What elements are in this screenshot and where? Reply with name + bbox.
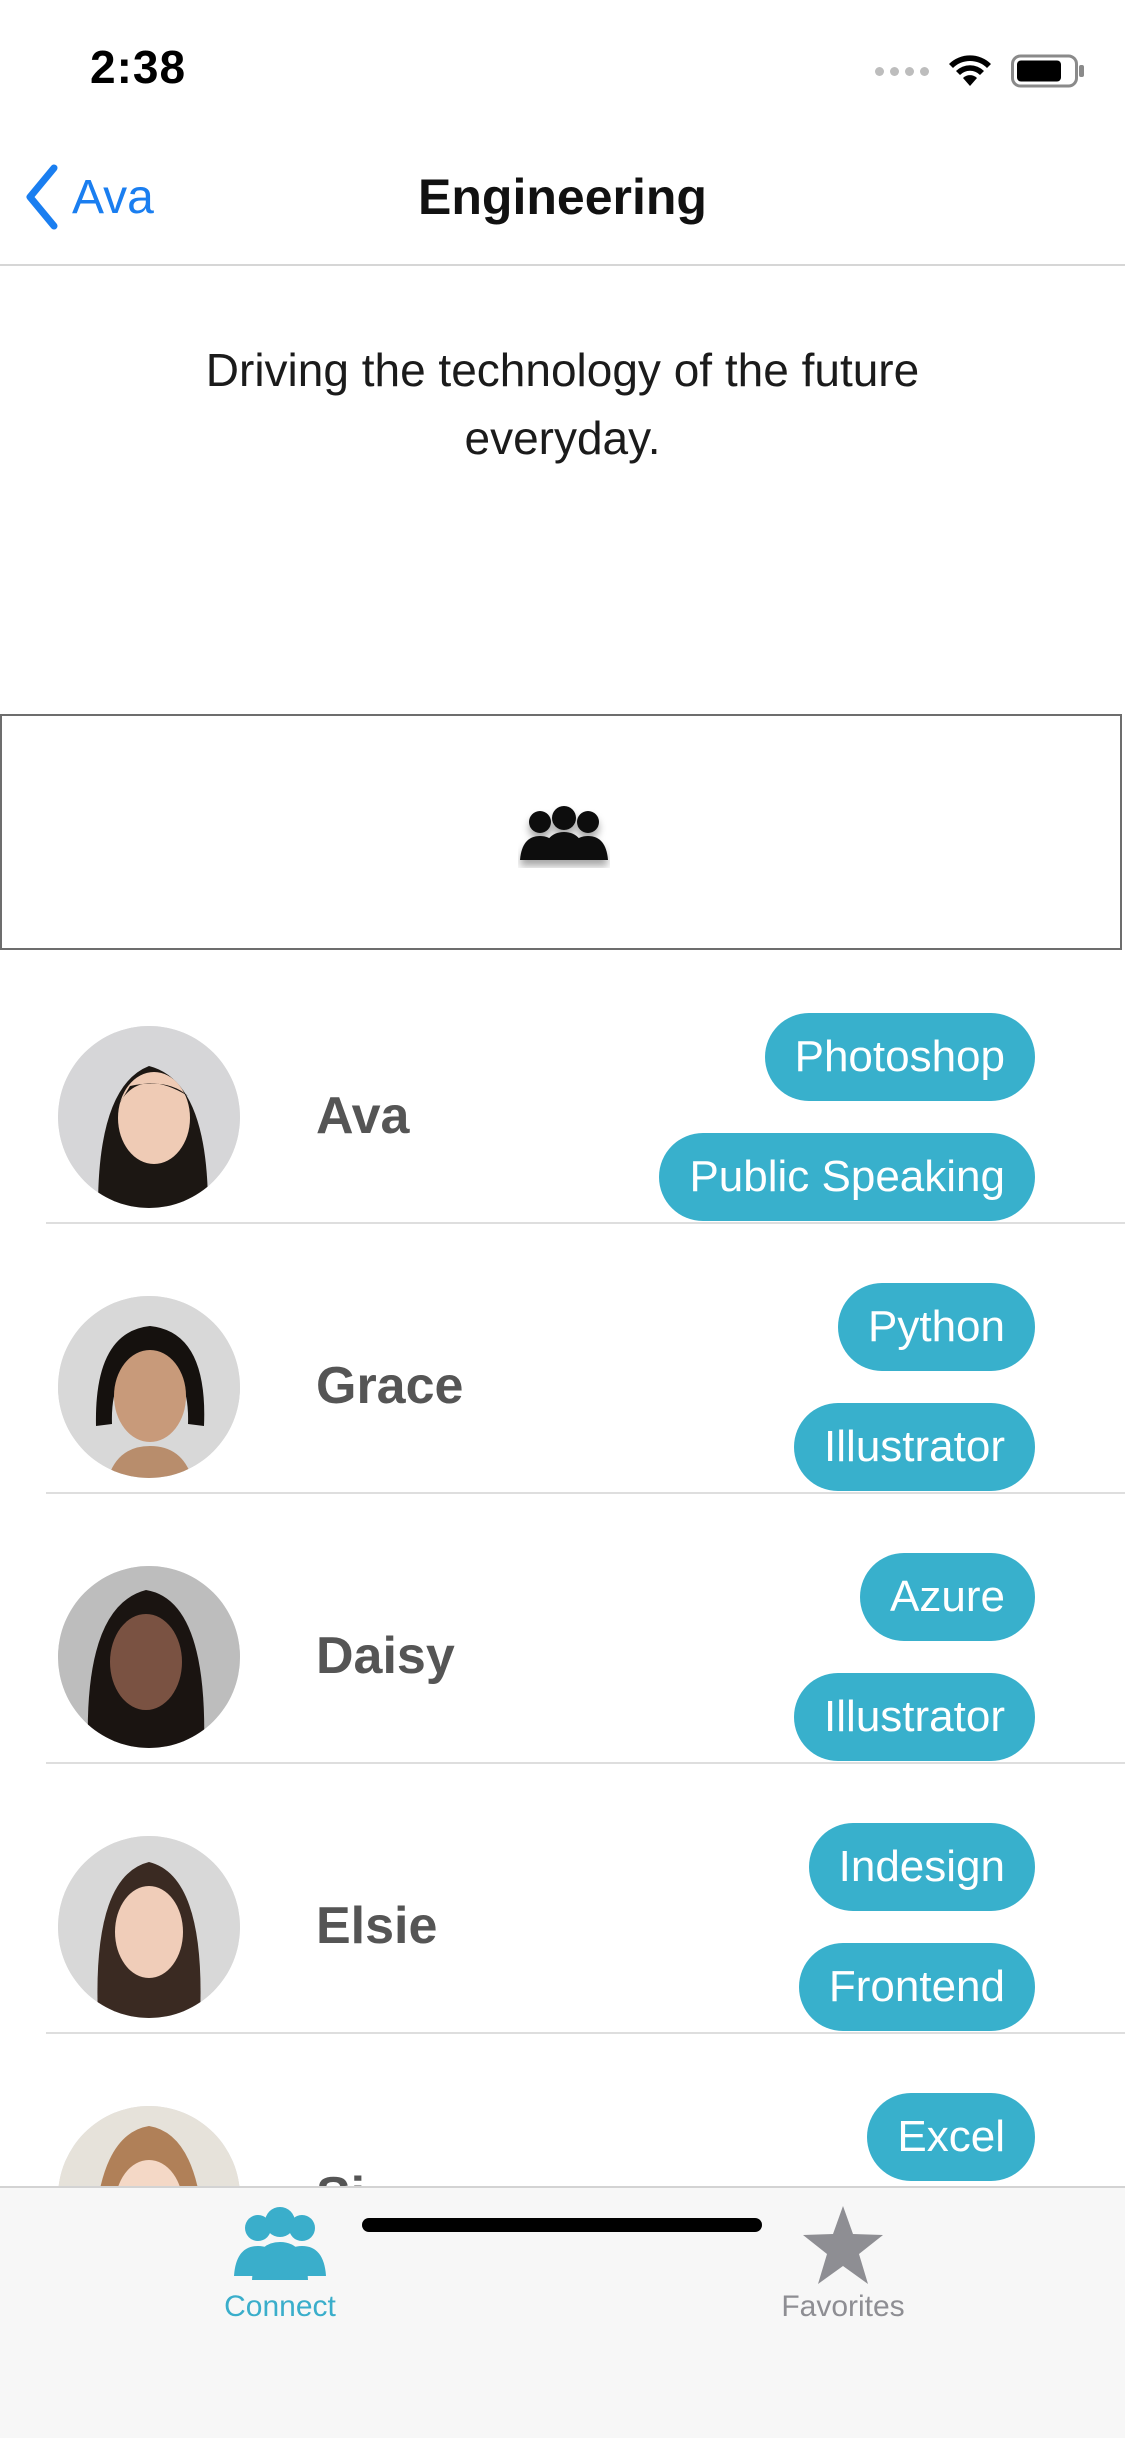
- member-name: Ava: [316, 1087, 410, 1145]
- member-name: Elsie: [316, 1897, 438, 1955]
- skill-chip[interactable]: Public Speaking: [659, 1133, 1035, 1221]
- status-icons: [875, 46, 1085, 96]
- skill-chip[interactable]: Azure: [860, 1553, 1035, 1641]
- skill-chip[interactable]: Indesign: [808, 1823, 1035, 1911]
- status-time: 2:38: [90, 41, 187, 93]
- avatar: [58, 1026, 240, 1208]
- skill-chip[interactable]: Illustrator: [794, 1673, 1035, 1761]
- member-row-daisy[interactable]: Daisy Azure Illustrator: [0, 1494, 1125, 1764]
- battery-icon: [1011, 54, 1084, 88]
- wifi-icon: [949, 55, 991, 86]
- page-title: Engineering: [418, 169, 707, 225]
- member-row-grace[interactable]: Grace Python Illustrator: [0, 1224, 1125, 1494]
- group-people-icon: [520, 806, 608, 860]
- status-bar: 2:38: [0, 0, 1125, 132]
- group-description: Driving the technology of the future eve…: [205, 344, 920, 464]
- group-banner: [0, 714, 1122, 950]
- tab-label: Favorites: [781, 2290, 905, 2323]
- skill-chip[interactable]: Python: [838, 1283, 1035, 1371]
- tab-label: Connect: [224, 2290, 336, 2323]
- member-row-ava[interactable]: Ava Photoshop Public Speaking: [0, 954, 1125, 1224]
- member-name: Daisy: [316, 1627, 455, 1685]
- star-icon: [803, 2206, 883, 2284]
- home-indicator[interactable]: [362, 2218, 762, 2232]
- skill-chip[interactable]: Excel: [867, 2093, 1035, 2181]
- member-row-partial[interactable]: Si Excel: [0, 2034, 1125, 2186]
- member-list[interactable]: Ava Photoshop Public Speaking Grace Pyth…: [0, 954, 1125, 2186]
- member-row-elsie[interactable]: Elsie Indesign Frontend: [0, 1764, 1125, 2034]
- member-name: Si: [316, 2166, 365, 2186]
- avatar: [58, 2106, 240, 2186]
- people-icon: [234, 2207, 326, 2280]
- skill-chip[interactable]: Photoshop: [764, 1013, 1035, 1101]
- skill-chip[interactable]: Illustrator: [794, 1403, 1035, 1491]
- signal-dots-icon: [875, 66, 929, 76]
- navigation-bar: Ava Engineering: [0, 132, 1125, 266]
- skill-chip[interactable]: Frontend: [798, 1943, 1035, 2031]
- member-name: Grace: [316, 1357, 464, 1415]
- avatar: [58, 1296, 240, 1478]
- avatar: [58, 1566, 240, 1748]
- avatar: [58, 1836, 240, 2018]
